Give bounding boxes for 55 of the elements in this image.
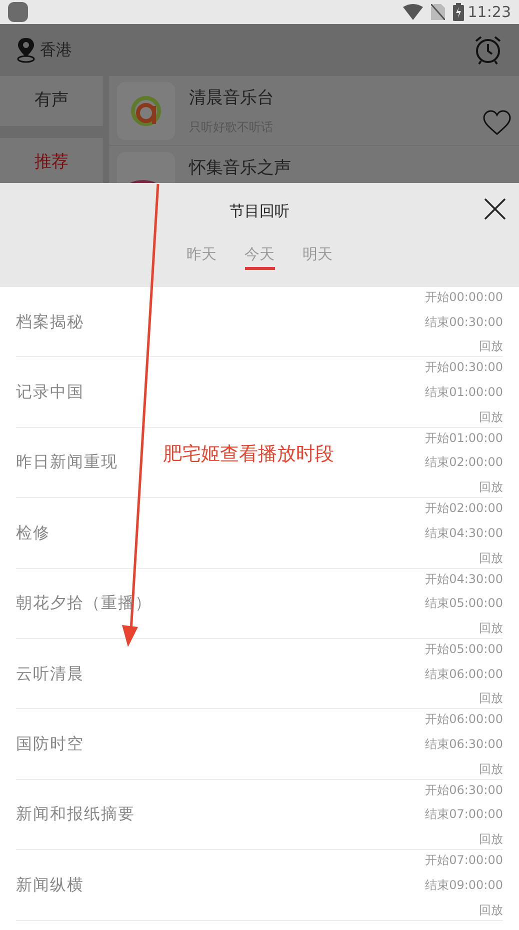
end-time: 结束09:00:00	[425, 876, 503, 894]
start-time: 开始00:30:00	[425, 359, 503, 376]
station-name[interactable]: 怀集音乐之声	[189, 156, 511, 182]
heart-icon[interactable]	[483, 110, 511, 136]
day-tab[interactable]: 昨天	[186, 242, 216, 270]
clock-time: 11:23	[468, 2, 511, 23]
replay-link[interactable]: 回放	[479, 477, 503, 498]
end-time: 结束05:00:00	[425, 595, 503, 612]
sheet-title: 节目回听	[230, 201, 290, 222]
program-title: 新闻纵横	[16, 874, 84, 896]
start-time: 开始00:00:00	[425, 289, 503, 306]
start-time: 开始06:30:00	[425, 782, 503, 799]
wifi-icon	[402, 4, 423, 20]
start-time: 开始01:00:00	[425, 430, 503, 447]
replay-link[interactable]: 回放	[479, 900, 503, 920]
replay-link[interactable]: 回放	[479, 336, 503, 356]
program-title: 档案揭秘	[16, 310, 84, 333]
end-time: 结束06:30:00	[425, 736, 503, 754]
start-time: 开始04:30:00	[425, 570, 503, 588]
annotation-text: 肥宅姬查看播放时段	[163, 442, 334, 467]
station-name[interactable]: 清晨音乐台	[189, 86, 469, 112]
category-tab[interactable]: 推荐	[0, 138, 103, 183]
start-time: 开始05:00:00	[425, 640, 503, 658]
replay-link[interactable]: 回放	[479, 688, 503, 708]
start-time: 开始07:00:00	[425, 852, 503, 870]
day-tab[interactable]: 明天	[302, 242, 332, 270]
end-time: 结束04:30:00	[425, 524, 503, 542]
program-title: 国防时空	[16, 733, 84, 756]
replay-link[interactable]: 回放	[479, 548, 503, 568]
replay-link[interactable]: 回放	[479, 829, 503, 850]
program-title: 检修	[16, 522, 50, 544]
end-time: 结束01:00:00	[425, 384, 503, 402]
program-title: 云听清晨	[16, 662, 84, 685]
program-title: 记录中国	[16, 381, 84, 404]
day-tab[interactable]: 今天	[244, 242, 274, 270]
replay-link[interactable]: 回放	[479, 406, 503, 427]
end-time: 结束06:00:00	[425, 666, 503, 683]
end-time: 结束00:30:00	[425, 314, 503, 331]
no-sim-icon	[430, 4, 445, 20]
category-tab[interactable]: 有声	[0, 76, 103, 126]
start-time: 开始06:00:00	[425, 711, 503, 728]
end-time: 结束07:00:00	[425, 806, 503, 824]
location-pin-icon[interactable]	[16, 37, 36, 63]
program-title: 新闻和报纸摘要	[16, 803, 135, 826]
location-label[interactable]: 香港	[40, 38, 72, 62]
app-notification-icon	[8, 2, 28, 22]
station-logo	[117, 82, 175, 140]
close-icon[interactable]	[483, 197, 507, 221]
program-title: 昨日新闻重现	[16, 451, 118, 474]
start-time: 开始02:00:00	[425, 500, 503, 518]
replay-link[interactable]: 回放	[479, 618, 503, 638]
end-time: 结束02:00:00	[425, 454, 503, 472]
battery-icon	[452, 3, 464, 21]
alarm-clock-icon[interactable]	[473, 35, 503, 65]
replay-link[interactable]: 回放	[479, 758, 503, 779]
